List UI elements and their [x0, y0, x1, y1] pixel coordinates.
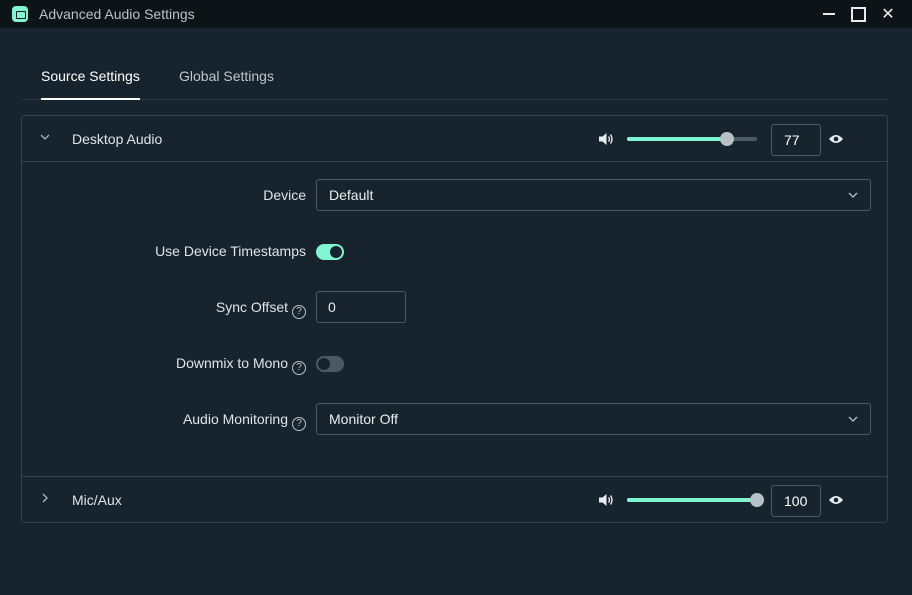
- source-name: Mic/Aux: [72, 492, 122, 508]
- audio-monitoring-select-value: Monitor Off: [329, 411, 398, 427]
- app-logo-icon: [12, 6, 28, 22]
- volume-slider[interactable]: [627, 132, 757, 146]
- timestamps-label: Use Device Timestamps: [22, 243, 306, 259]
- timestamps-label-text: Use Device Timestamps: [155, 243, 306, 259]
- close-button[interactable]: ✕: [877, 4, 899, 24]
- chevron-down-icon: [848, 192, 858, 198]
- sync-offset-label: Sync Offset?: [22, 299, 306, 319]
- device-label: Device: [22, 187, 306, 203]
- help-icon[interactable]: ?: [292, 417, 306, 431]
- audio-monitoring-select[interactable]: Monitor Off: [316, 403, 871, 435]
- downmix-label: Downmix to Mono?: [22, 355, 306, 375]
- eye-icon[interactable]: [828, 133, 844, 145]
- downmix-toggle[interactable]: [316, 356, 344, 372]
- help-icon[interactable]: ?: [292, 305, 306, 319]
- title-bar: Advanced Audio Settings ✕: [0, 0, 912, 28]
- source-name: Desktop Audio: [72, 131, 163, 147]
- settings-tabs: Source Settings Global Settings: [22, 60, 888, 100]
- eye-icon[interactable]: [828, 494, 844, 506]
- source-header-desktop-audio[interactable]: Desktop Audio 77: [22, 116, 887, 162]
- tab-global-settings[interactable]: Global Settings: [179, 68, 274, 98]
- volume-slider-fill: [627, 498, 757, 502]
- volume-slider-fill: [627, 137, 728, 141]
- audio-monitoring-label-text: Audio Monitoring: [182, 411, 288, 427]
- volume-slider[interactable]: [627, 493, 764, 507]
- speaker-icon[interactable]: [598, 132, 614, 146]
- device-label-text: Device: [263, 187, 306, 203]
- help-icon[interactable]: ?: [292, 361, 306, 375]
- speaker-icon[interactable]: [598, 493, 614, 507]
- toggle-knob: [318, 358, 330, 370]
- chevron-right-icon[interactable]: [40, 493, 50, 503]
- volume-input[interactable]: 100: [771, 485, 821, 517]
- close-icon: ✕: [881, 6, 895, 23]
- sync-offset-input[interactable]: 0: [316, 291, 406, 323]
- volume-slider-thumb[interactable]: [720, 132, 735, 146]
- tab-source-settings[interactable]: Source Settings: [41, 68, 140, 100]
- device-select[interactable]: Default: [316, 179, 871, 211]
- volume-input[interactable]: 77: [771, 124, 821, 156]
- sync-offset-label-text: Sync Offset: [215, 299, 288, 315]
- chevron-down-icon[interactable]: [40, 132, 50, 142]
- toggle-knob: [330, 246, 342, 258]
- window-title: Advanced Audio Settings: [39, 6, 195, 22]
- minimize-button[interactable]: [818, 4, 840, 24]
- device-select-value: Default: [329, 187, 374, 203]
- timestamps-toggle[interactable]: [316, 244, 344, 260]
- maximize-button[interactable]: [847, 4, 869, 24]
- audio-monitoring-label: Audio Monitoring?: [22, 411, 306, 431]
- source-header-mic-aux[interactable]: Mic/Aux 100: [22, 476, 887, 522]
- downmix-label-text: Downmix to Mono: [175, 355, 288, 371]
- chevron-down-icon: [848, 416, 858, 422]
- volume-slider-thumb[interactable]: [750, 493, 764, 507]
- sources-panel: Desktop Audio 77 Device Default Use Devi…: [21, 115, 888, 523]
